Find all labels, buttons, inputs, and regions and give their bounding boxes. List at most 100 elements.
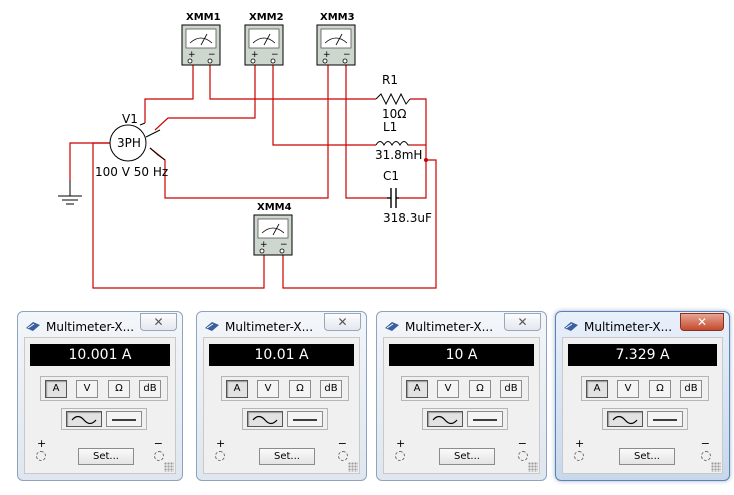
set-button[interactable]: Set...: [619, 448, 675, 465]
ac-button[interactable]: [66, 411, 102, 427]
sine-wave-icon: [252, 415, 278, 425]
dc-line-icon: [653, 419, 677, 421]
mode-db-button[interactable]: dB: [500, 380, 522, 398]
dc-button[interactable]: [287, 411, 323, 427]
resize-grip-icon[interactable]: [711, 462, 721, 472]
mode-volt-button[interactable]: V: [617, 380, 639, 398]
xmm4-label: XMM4: [257, 202, 292, 213]
negative-terminal-label: −: [517, 437, 527, 450]
mode-ohm-button[interactable]: Ω: [289, 380, 311, 398]
xmm3-label: XMM3: [320, 12, 355, 23]
mode-ohm-button[interactable]: Ω: [108, 380, 130, 398]
reading-display: 10 A: [389, 344, 534, 366]
negative-terminal-icon[interactable]: [701, 451, 711, 461]
signal-type-selector: [602, 408, 688, 430]
signal-type-selector: [61, 408, 147, 430]
mode-ohm-button[interactable]: Ω: [649, 380, 671, 398]
ac-button[interactable]: [247, 411, 283, 427]
multimeter-window-xmm2[interactable]: Multimeter-X... ✕ 10.01 A A V Ω dB + − S…: [196, 311, 367, 481]
mode-ampere-button[interactable]: A: [586, 380, 608, 398]
multimeter-app-icon: [26, 322, 40, 331]
dc-button[interactable]: [106, 411, 142, 427]
circuit-schematic: + − XMM1 XMM2 XMM3 XMM4 3PH V1 100 V 50 …: [58, 12, 437, 289]
mode-ampere-button[interactable]: A: [406, 380, 428, 398]
r1-ref: R1: [382, 73, 398, 87]
set-button[interactable]: Set...: [78, 448, 134, 465]
capacitor-icon: [387, 188, 399, 208]
window-titlebar[interactable]: Multimeter-X... ✕: [377, 312, 546, 340]
positive-terminal-label: +: [575, 437, 585, 450]
mode-db-button[interactable]: dB: [139, 380, 161, 398]
negative-terminal-label: −: [337, 437, 347, 450]
dc-line-icon: [112, 419, 136, 421]
mode-volt-button[interactable]: V: [257, 380, 279, 398]
resize-grip-icon[interactable]: [348, 462, 358, 472]
sine-wave-icon: [612, 415, 638, 425]
reading-display: 10.001 A: [30, 344, 170, 366]
mode-selector: A V Ω dB: [581, 376, 709, 401]
window-title: Multimeter-X...: [46, 320, 135, 334]
positive-terminal-label: +: [37, 437, 47, 450]
negative-terminal-icon[interactable]: [154, 451, 164, 461]
multimeter-app-icon: [385, 322, 399, 331]
c1-value: 318.3uF: [383, 211, 432, 225]
mode-selector: A V Ω dB: [401, 376, 529, 401]
multimeter-window-xmm3[interactable]: Multimeter-X... ✕ 10 A A V Ω dB + − Set.…: [376, 311, 547, 481]
resistor-icon: [375, 92, 411, 106]
multimeter-window-xmm1[interactable]: Multimeter-X... ✕ 10.001 A A V Ω dB + − …: [17, 311, 183, 481]
window-titlebar[interactable]: Multimeter-X... ✕: [556, 312, 729, 340]
reading-display: 10.01 A: [209, 344, 354, 366]
source-rating: 100 V 50 Hz: [95, 165, 168, 179]
dc-button[interactable]: [467, 411, 503, 427]
close-button[interactable]: ✕: [680, 313, 724, 331]
close-button[interactable]: ✕: [140, 313, 177, 331]
ac-button[interactable]: [427, 411, 463, 427]
xmm2-label: XMM2: [249, 12, 284, 23]
positive-terminal-icon[interactable]: [395, 451, 405, 461]
set-button[interactable]: Set...: [259, 448, 315, 465]
mode-selector: A V Ω dB: [40, 376, 168, 401]
multimeter-window-xmm4[interactable]: Multimeter-X... ✕ 7.329 A A V Ω dB + − S…: [555, 311, 730, 481]
window-title: Multimeter-X...: [584, 320, 673, 334]
l1-value: 31.8mH: [375, 148, 422, 162]
window-title: Multimeter-X...: [225, 320, 314, 334]
sine-wave-icon: [71, 415, 97, 425]
l1-ref: L1: [383, 120, 397, 134]
mode-ampere-button[interactable]: A: [45, 380, 67, 398]
negative-terminal-icon[interactable]: [518, 451, 528, 461]
c1-ref: C1: [383, 169, 399, 183]
inductor-icon: [375, 141, 410, 147]
set-button[interactable]: Set...: [439, 448, 495, 465]
negative-terminal-icon[interactable]: [338, 451, 348, 461]
source-symbol: 3PH: [117, 136, 141, 150]
window-titlebar[interactable]: Multimeter-X... ✕: [18, 312, 182, 340]
mode-volt-button[interactable]: V: [76, 380, 98, 398]
junction-dot: [424, 158, 428, 162]
resize-grip-icon[interactable]: [528, 462, 538, 472]
resize-grip-icon[interactable]: [164, 462, 174, 472]
multimeter-app-icon: [205, 322, 219, 331]
multimeter-xmm1-icon: [181, 24, 221, 66]
multimeter-app-icon: [564, 322, 578, 331]
mode-selector: A V Ω dB: [221, 376, 349, 401]
close-button[interactable]: ✕: [504, 313, 541, 331]
mode-ampere-button[interactable]: A: [226, 380, 248, 398]
negative-terminal-label: −: [700, 437, 710, 450]
mode-volt-button[interactable]: V: [437, 380, 459, 398]
mode-db-button[interactable]: dB: [320, 380, 342, 398]
positive-terminal-icon[interactable]: [574, 451, 584, 461]
signal-type-selector: [422, 408, 508, 430]
sine-wave-icon: [432, 415, 458, 425]
ac-button[interactable]: [607, 411, 643, 427]
multimeter-xmm3-icon: [316, 24, 356, 66]
mode-db-button[interactable]: dB: [680, 380, 702, 398]
window-titlebar[interactable]: Multimeter-X... ✕: [197, 312, 366, 340]
mode-ohm-button[interactable]: Ω: [469, 380, 491, 398]
positive-terminal-icon[interactable]: [215, 451, 225, 461]
negative-terminal-label: −: [153, 437, 163, 450]
positive-terminal-icon[interactable]: [36, 451, 46, 461]
dc-button[interactable]: [647, 411, 683, 427]
close-button[interactable]: ✕: [324, 313, 361, 331]
positive-terminal-label: +: [396, 437, 406, 450]
window-title: Multimeter-X...: [405, 320, 494, 334]
